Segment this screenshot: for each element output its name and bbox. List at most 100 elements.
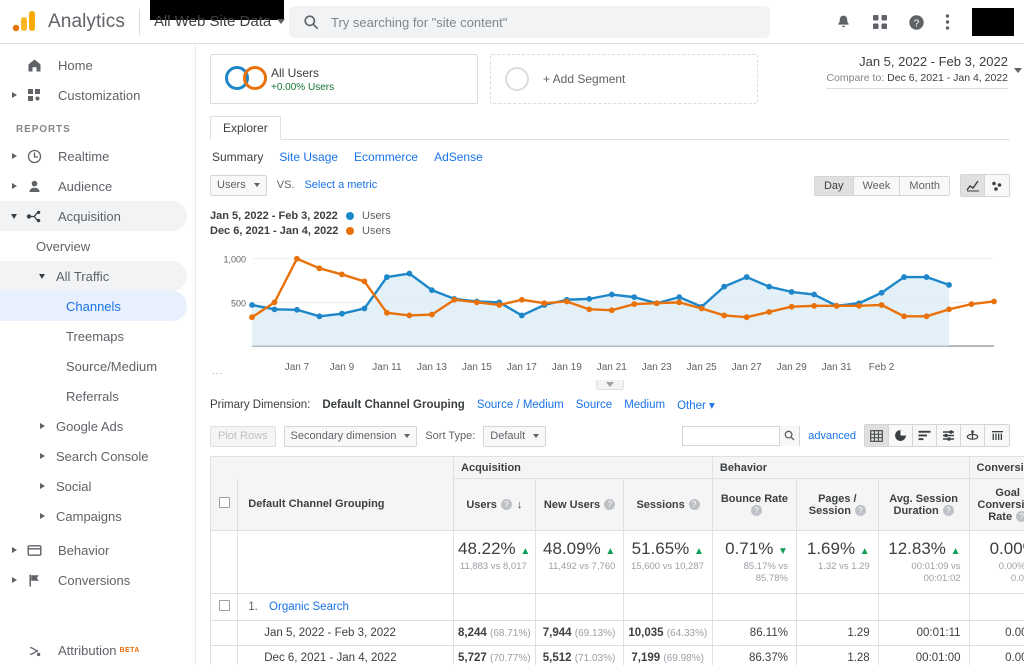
avatar[interactable] bbox=[972, 8, 1014, 36]
sidebar-item-treemaps[interactable]: Treemaps bbox=[0, 321, 187, 351]
trend-up-icon: ▲ bbox=[950, 546, 961, 557]
sidebar-item-social[interactable]: Social bbox=[0, 471, 187, 501]
plot-rows-button[interactable]: Plot Rows bbox=[210, 425, 276, 447]
chevron-down-icon bbox=[6, 213, 22, 219]
period-percent: (69.13%) bbox=[574, 627, 616, 639]
select-all-checkbox-cell[interactable] bbox=[209, 478, 239, 531]
column-header-users[interactable]: Users? ↓ bbox=[453, 478, 536, 531]
select-all-checkbox[interactable] bbox=[218, 497, 230, 509]
column-header-dimension[interactable]: Default Channel Grouping bbox=[237, 478, 455, 531]
sidebar-item-conversions[interactable]: Conversions bbox=[0, 565, 187, 595]
pie-view-icon[interactable] bbox=[889, 425, 913, 446]
tab-explorer[interactable]: Explorer bbox=[210, 116, 281, 140]
more-vert-icon[interactable] bbox=[945, 13, 950, 31]
select-metric-link[interactable]: Select a metric bbox=[304, 179, 377, 191]
dimension-option-source-medium[interactable]: Source / Medium bbox=[477, 399, 564, 411]
search-icon[interactable] bbox=[779, 425, 800, 446]
help-icon[interactable]: ? bbox=[942, 505, 954, 517]
table-view-icon[interactable] bbox=[865, 425, 889, 446]
help-icon[interactable]: ? bbox=[500, 499, 512, 511]
sidebar-item-realtime[interactable]: Realtime bbox=[0, 141, 187, 171]
segment-title: All Users bbox=[271, 65, 320, 80]
sidebar-item-campaigns[interactable]: Campaigns bbox=[0, 501, 187, 531]
x-axis-tick: Jan 21 bbox=[596, 362, 627, 373]
column-header-avg-session-duration[interactable]: Avg. Session Duration? bbox=[877, 478, 970, 531]
table-totals-row: 48.22% ▲ 11,883 vs 8,017 48.09% ▲ 11,492… bbox=[209, 530, 1024, 594]
sidebar-item-source-medium[interactable]: Source/Medium bbox=[0, 351, 187, 381]
table-search-input[interactable] bbox=[682, 425, 801, 446]
column-header-new-users[interactable]: New Users? bbox=[534, 478, 625, 531]
column-header-pages-session[interactable]: Pages / Session? bbox=[795, 478, 879, 531]
help-icon[interactable]: ? bbox=[688, 499, 700, 511]
help-icon[interactable]: ? bbox=[1016, 511, 1024, 523]
global-search-input[interactable]: Try searching for "site content" bbox=[289, 6, 770, 38]
subtab-adsense[interactable]: AdSense bbox=[434, 150, 483, 164]
metric-dropdown[interactable]: Users bbox=[210, 174, 267, 196]
chart-collapse-toggle[interactable] bbox=[596, 380, 624, 390]
table-row[interactable]: 1. Organic Search bbox=[209, 592, 1024, 621]
period-value-cell: 0.00% bbox=[968, 619, 1024, 646]
row-checkbox[interactable] bbox=[218, 599, 230, 611]
chevron-right-icon bbox=[34, 423, 50, 429]
chart-legend: Jan 5, 2022 - Feb 3, 2022 Users Dec 6, 2… bbox=[210, 208, 1010, 238]
sidebar-item-audience[interactable]: Audience bbox=[0, 171, 187, 201]
pivot-view-icon[interactable] bbox=[961, 425, 985, 446]
segment-subtitle: +0.00% Users bbox=[271, 81, 335, 93]
sidebar-item-overview[interactable]: Overview bbox=[0, 231, 187, 261]
sidebar-item-attribution[interactable]: Attribution BETA bbox=[0, 635, 187, 665]
sidebar-item-referrals[interactable]: Referrals bbox=[0, 381, 187, 411]
date-range-selector[interactable]: Jan 5, 2022 - Feb 3, 2022 Compare to: De… bbox=[826, 54, 1022, 89]
totals-cell: 0.00% 0.00% vs 0.00% bbox=[968, 530, 1024, 594]
sort-type-dropdown[interactable]: Default bbox=[483, 425, 547, 447]
totals-cell: 51.65% ▲ 15,600 vs 10,287 bbox=[623, 530, 713, 594]
granularity-day[interactable]: Day bbox=[814, 176, 854, 195]
segment-all-users[interactable]: All Users +0.00% Users bbox=[210, 54, 478, 104]
row-dimension-link[interactable]: Organic Search bbox=[269, 601, 349, 613]
sidebar-item-behavior[interactable]: Behavior bbox=[0, 535, 187, 565]
help-icon[interactable]: ? bbox=[854, 505, 866, 517]
period-value: 7,944 bbox=[542, 626, 572, 639]
dimension-option-medium[interactable]: Medium bbox=[624, 399, 665, 411]
axis-ellipsis: ... bbox=[212, 366, 224, 377]
help-icon[interactable]: ? bbox=[604, 499, 616, 511]
sidebar-item-acquisition[interactable]: Acquisition bbox=[0, 201, 187, 231]
secondary-dimension-label: Secondary dimension bbox=[290, 430, 397, 442]
column-header-goal-conversion-rate[interactable]: Goal Conversion Rate? bbox=[968, 478, 1024, 531]
secondary-dimension-dropdown[interactable]: Secondary dimension bbox=[283, 425, 418, 447]
apps-grid-icon[interactable] bbox=[872, 14, 888, 30]
sidebar-item-channels[interactable]: Channels bbox=[0, 291, 187, 321]
x-axis-tick: Jan 17 bbox=[506, 362, 537, 373]
comparison-view-icon[interactable] bbox=[937, 425, 961, 446]
column-header-bounce-rate[interactable]: Bounce Rate? bbox=[711, 478, 797, 531]
sidebar-item-customization[interactable]: Customization bbox=[0, 80, 187, 110]
bar-view-icon[interactable] bbox=[913, 425, 937, 446]
subtab-summary[interactable]: Summary bbox=[212, 150, 263, 164]
dimension-option-source[interactable]: Source bbox=[576, 399, 612, 411]
advanced-link[interactable]: advanced bbox=[808, 430, 856, 442]
row-checkbox-cell[interactable] bbox=[209, 592, 239, 621]
sidebar-item-search-console[interactable]: Search Console bbox=[0, 441, 187, 471]
empty-circle-icon bbox=[505, 67, 529, 91]
subtab-site-usage[interactable]: Site Usage bbox=[279, 150, 338, 164]
scatter-chart-icon[interactable] bbox=[985, 175, 1009, 196]
sidebar-item-google-ads[interactable]: Google Ads bbox=[0, 411, 187, 441]
add-segment-button[interactable]: + Add Segment bbox=[490, 54, 758, 104]
subtab-ecommerce[interactable]: Ecommerce bbox=[354, 150, 418, 164]
bell-icon[interactable] bbox=[835, 14, 852, 31]
chevron-down-icon bbox=[1014, 68, 1022, 73]
sidebar-item-home[interactable]: Home bbox=[0, 50, 187, 80]
property-selector[interactable]: All Web Site Data bbox=[149, 0, 286, 30]
line-chart-icon[interactable] bbox=[961, 175, 985, 196]
performance-view-icon[interactable] bbox=[985, 425, 1009, 446]
column-header-sessions[interactable]: Sessions? bbox=[623, 478, 713, 531]
dimension-option-other[interactable]: Other ▾ bbox=[677, 398, 715, 412]
help-icon[interactable]: ? bbox=[750, 505, 762, 517]
x-axis-tick: Jan 7 bbox=[284, 362, 310, 373]
sidebar-item-all-traffic[interactable]: All Traffic bbox=[0, 261, 187, 291]
legend-row: Jan 5, 2022 - Feb 3, 2022 Users bbox=[210, 208, 1010, 223]
add-segment-label: + Add Segment bbox=[543, 72, 626, 86]
help-icon[interactable]: ? bbox=[908, 14, 925, 31]
segment-rings-icon bbox=[225, 66, 271, 92]
granularity-month[interactable]: Month bbox=[900, 176, 949, 195]
granularity-week[interactable]: Week bbox=[853, 176, 901, 195]
